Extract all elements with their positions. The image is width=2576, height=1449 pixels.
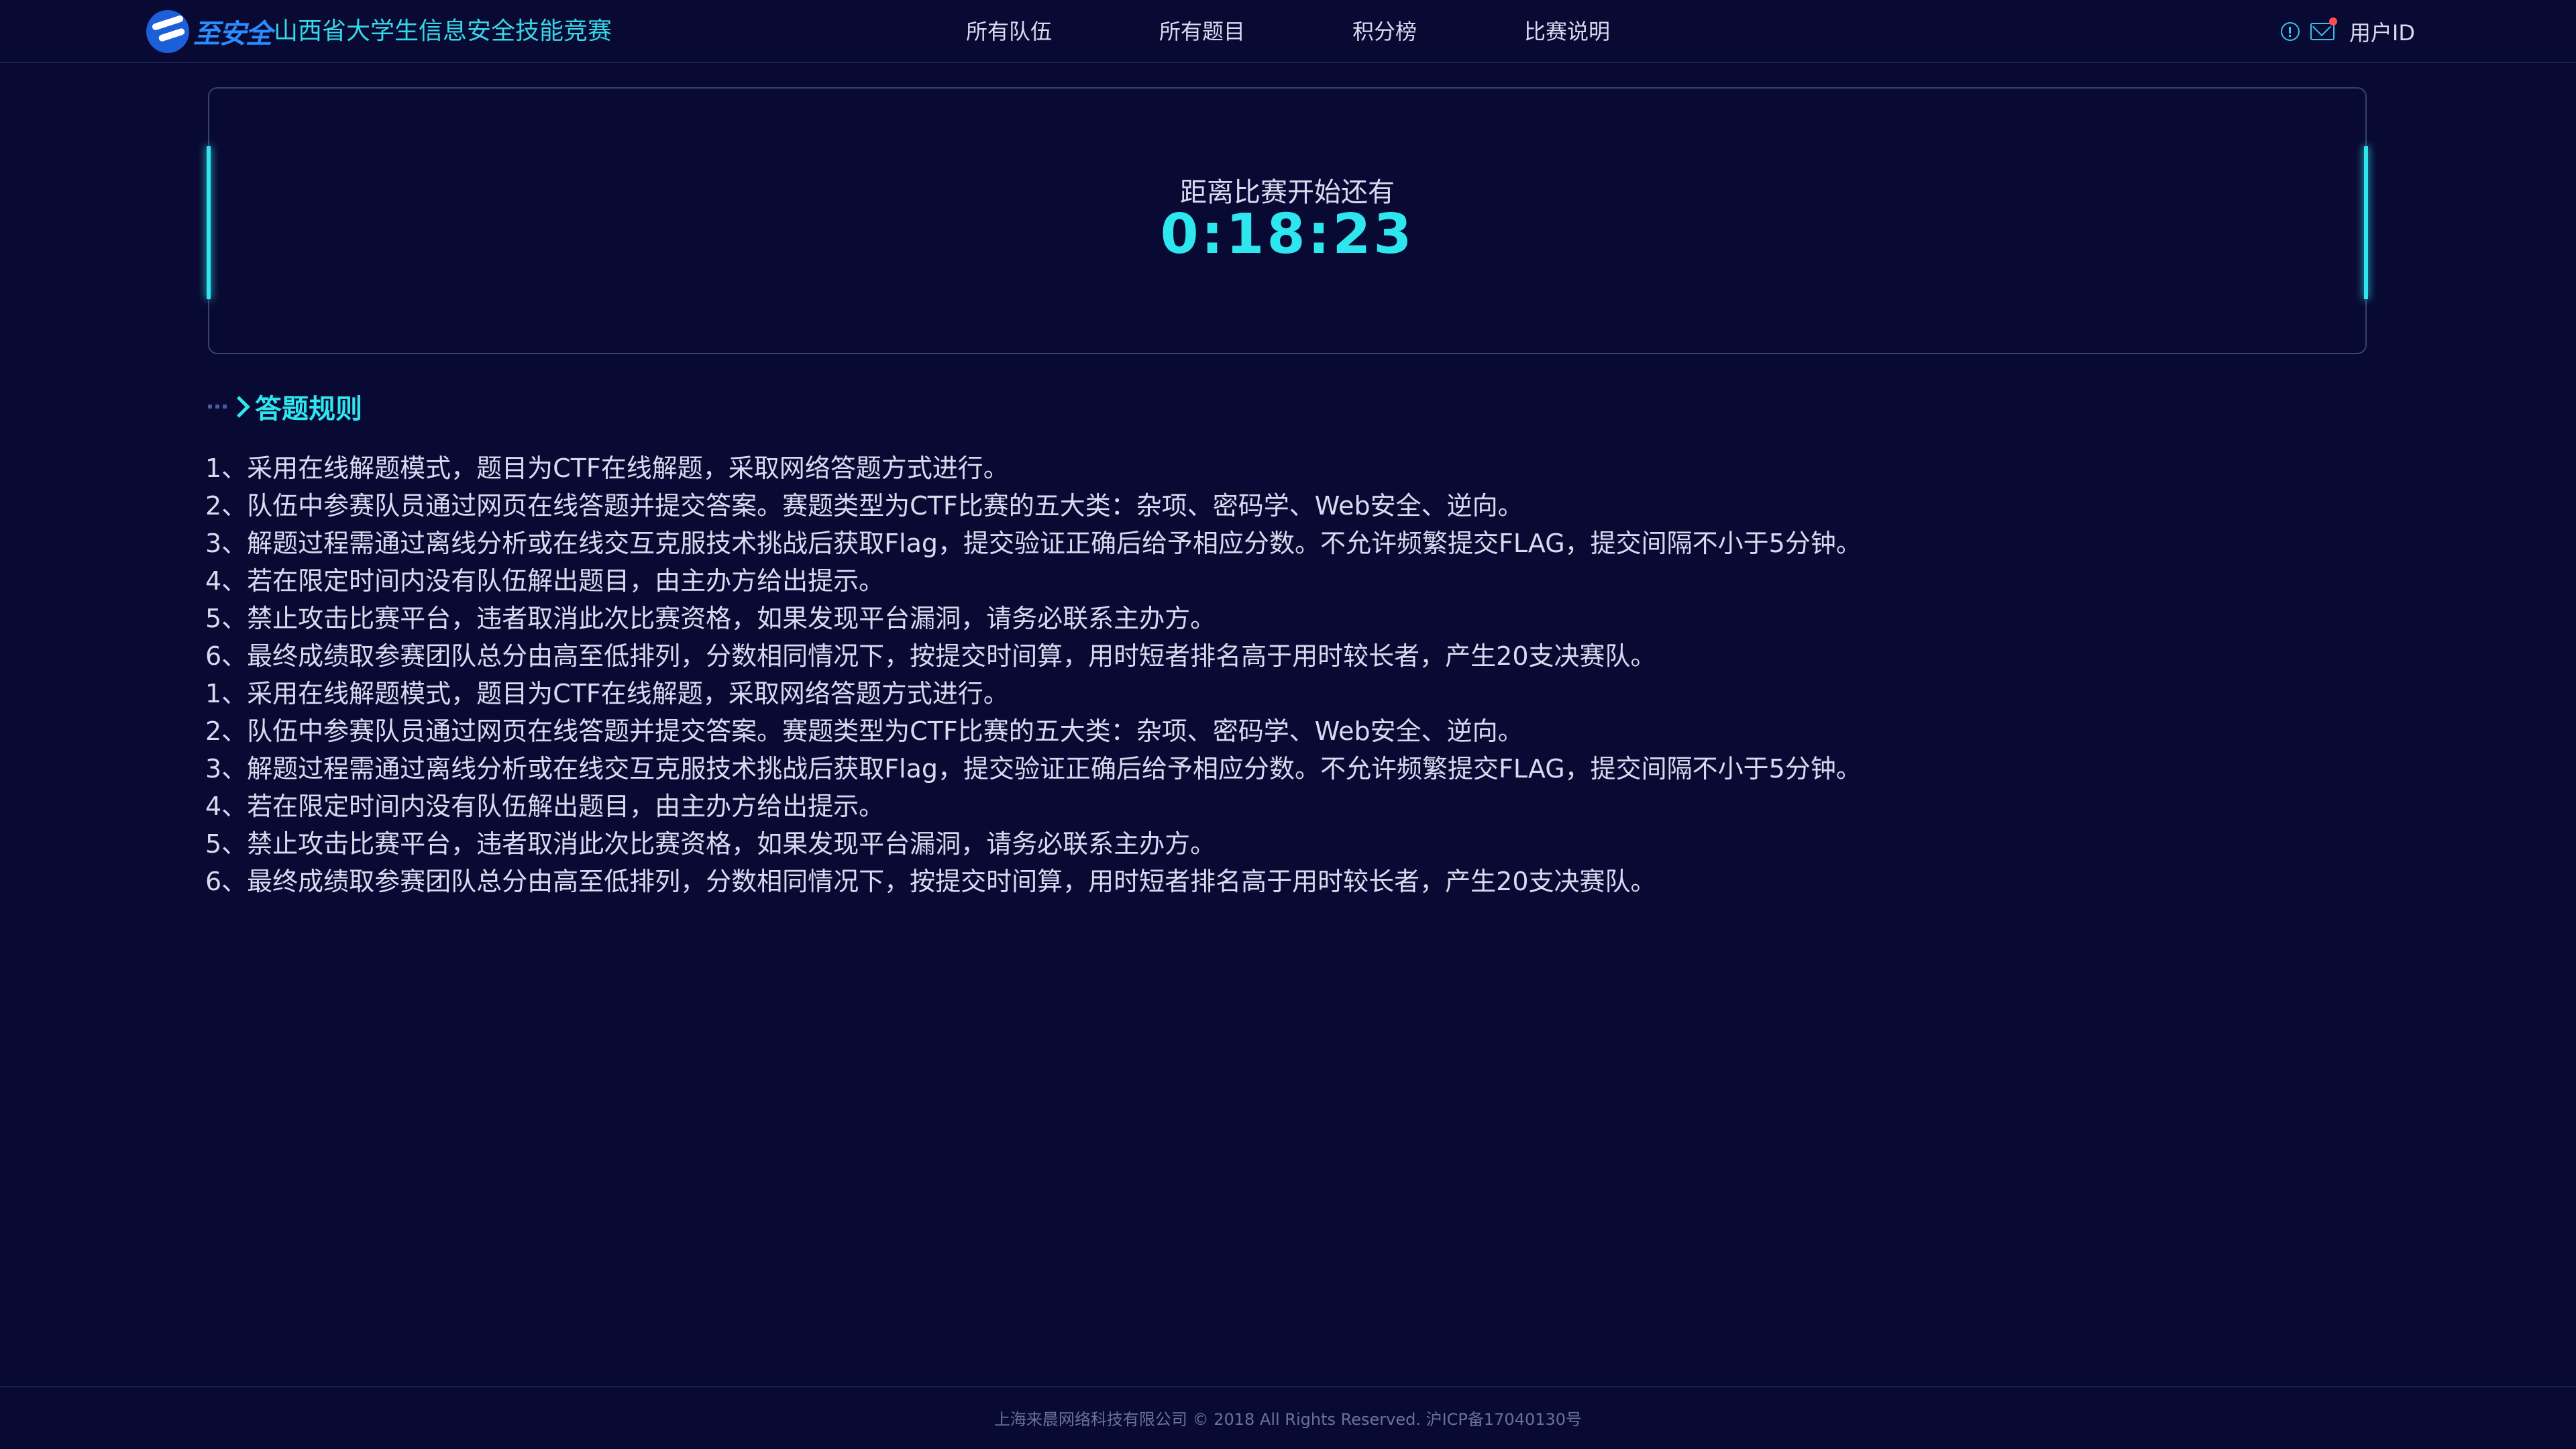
rule-item: 5、禁止攻击比赛平台，违者取消此次比赛资格，如果发现平台漏洞，请务必联系主办方。: [205, 829, 1216, 859]
rule-item: 3、解题过程需通过离线分析或在线交互克服技术挑战后获取Flag，提交验证正确后给…: [205, 529, 1862, 558]
footer-copyright: 上海来晨网络科技有限公司 © 2018 All Rights Reserved.…: [994, 1410, 1582, 1429]
notification-dot: [2328, 17, 2337, 25]
rule-item: 3、解题过程需通过离线分析或在线交互克服技术挑战后获取Flag，提交验证正确后给…: [205, 754, 1862, 784]
nav-competition-info[interactable]: 比赛说明: [1524, 15, 1610, 48]
arrow-right-icon: [208, 395, 250, 418]
rule-item: 6、最终成绩取参赛团队总分由高至低排列，分数相同情况下，按提交时间算，用时短者排…: [205, 867, 1656, 896]
nav-all-teams[interactable]: 所有队伍: [966, 15, 1052, 48]
rule-item: 4、若在限定时间内没有队伍解出题目，由主办方给出提示。: [205, 566, 885, 596]
header-user-area: 用户ID: [2280, 15, 2415, 48]
mail-icon[interactable]: [2310, 17, 2337, 40]
rule-item: 2、队伍中参赛队员通过网页在线答题并提交答案。赛题类型为CTF比赛的五大类：杂项…: [205, 491, 1523, 521]
rule-item: 1、采用在线解题模式，题目为CTF在线解题，采取网络答题方式进行。: [205, 679, 1009, 708]
countdown-panel: 距离比赛开始还有 0:18:23: [207, 87, 2368, 354]
page-footer: 上海来晨网络科技有限公司 © 2018 All Rights Reserved.…: [0, 1386, 2576, 1449]
nav-all-challenges[interactable]: 所有题目: [1159, 15, 1245, 48]
rule-item: 6、最终成绩取参赛团队总分由高至低排列，分数相同情况下，按提交时间算，用时短者排…: [205, 641, 1656, 671]
top-header: 至安全 山西省大学生信息安全技能竞赛 所有队伍 所有题目 积分榜 比赛说明 用户…: [0, 0, 2576, 63]
user-id-link[interactable]: 用户ID: [2349, 16, 2415, 47]
countdown-timer: 0:18:23: [1160, 203, 1415, 266]
rules-title: 答题规则: [255, 394, 362, 425]
rule-item: 4、若在限定时间内没有队伍解出题目，由主办方给出提示。: [205, 792, 885, 821]
rule-item: 2、队伍中参赛队员通过网页在线答题并提交答案。赛题类型为CTF比赛的五大类：杂项…: [205, 716, 1523, 746]
nav-scoreboard[interactable]: 积分榜: [1352, 15, 1417, 48]
info-icon[interactable]: [2280, 22, 2300, 41]
rules-list: 1、采用在线解题模式，题目为CTF在线解题，采取网络答题方式进行。 2、队伍中参…: [205, 449, 2419, 900]
main-nav: 所有队伍 所有题目 积分榜 比赛说明: [0, 15, 2576, 48]
rule-item: 1、采用在线解题模式，题目为CTF在线解题，采取网络答题方式进行。: [205, 453, 1009, 483]
rule-item: 5、禁止攻击比赛平台，违者取消此次比赛资格，如果发现平台漏洞，请务必联系主办方。: [205, 604, 1216, 633]
rules-header: 答题规则: [208, 388, 362, 425]
